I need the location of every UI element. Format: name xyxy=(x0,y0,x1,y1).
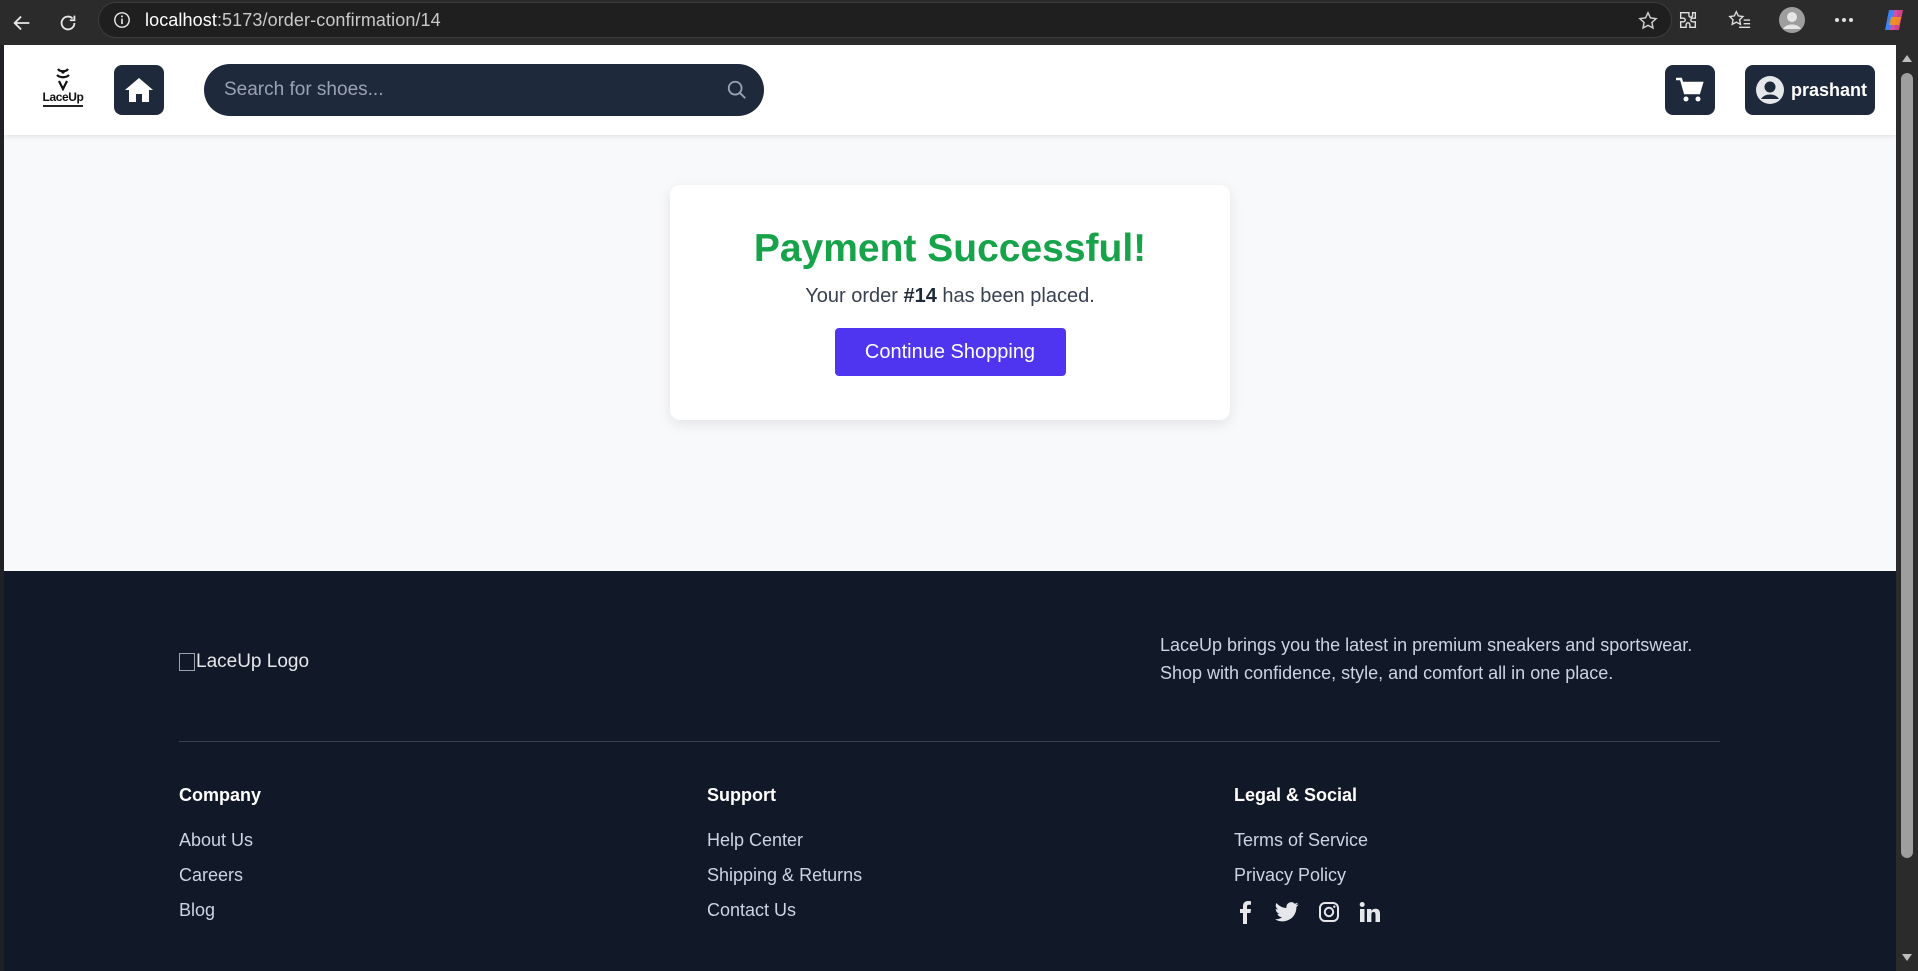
url-text: localhost:5173/order-confirmation/14 xyxy=(145,9,441,30)
shopping-cart-icon xyxy=(1676,77,1704,102)
home-button[interactable] xyxy=(114,65,164,115)
site-header: LaceUp prashant xyxy=(4,45,1896,135)
extensions-button[interactable] xyxy=(1662,0,1714,40)
linkedin-icon[interactable] xyxy=(1359,901,1381,923)
footer-column-support: Support Help Center Shipping & Returns C… xyxy=(707,785,862,935)
user-circle-icon xyxy=(1756,76,1784,104)
footer-link-contact-us[interactable]: Contact Us xyxy=(707,900,862,921)
more-menu-button[interactable] xyxy=(1818,0,1870,40)
address-bar[interactable]: localhost:5173/order-confirmation/14 xyxy=(98,2,1672,38)
footer-link-help-center[interactable]: Help Center xyxy=(707,830,862,851)
order-placed-message: Your order #14 has been placed. xyxy=(805,285,1095,307)
copilot-icon xyxy=(1885,10,1903,30)
footer-column-company: Company About Us Careers Blog xyxy=(179,785,261,935)
reload-icon xyxy=(60,15,76,30)
instagram-icon[interactable] xyxy=(1318,901,1340,923)
browser-toolbar: localhost:5173/order-confirmation/14 xyxy=(0,0,1918,45)
user-menu-button[interactable]: prashant xyxy=(1745,65,1875,115)
page-scrollbar[interactable] xyxy=(1896,45,1918,971)
cart-button[interactable] xyxy=(1665,65,1715,115)
puzzle-icon xyxy=(1679,11,1697,29)
favorites-list-icon xyxy=(1728,10,1751,29)
payment-success-title: Payment Successful! xyxy=(753,227,1147,270)
footer-logo-broken-image[interactable]: LaceUp Logo xyxy=(179,651,309,673)
facebook-icon[interactable] xyxy=(1234,900,1256,924)
profile-avatar-icon xyxy=(1779,7,1805,33)
search-icon[interactable] xyxy=(726,79,748,101)
footer-column-legal-social: Legal & Social Terms of Service Privacy … xyxy=(1234,785,1400,924)
home-icon xyxy=(125,78,153,102)
back-button[interactable] xyxy=(0,3,44,43)
logo-tagline-bar xyxy=(43,105,83,107)
order-number: #14 xyxy=(903,285,937,307)
footer-heading-legal-social: Legal & Social xyxy=(1234,785,1358,805)
footer-divider xyxy=(179,741,1720,742)
favorites-button[interactable] xyxy=(1714,0,1766,40)
favorite-star-icon[interactable] xyxy=(1637,10,1659,32)
profile-button[interactable] xyxy=(1766,0,1818,40)
footer-link-shipping-returns[interactable]: Shipping & Returns xyxy=(707,865,862,886)
social-links xyxy=(1234,900,1400,924)
ellipsis-icon xyxy=(1835,18,1853,22)
continue-shopping-button[interactable]: Continue Shopping xyxy=(834,328,1066,376)
site-footer: LaceUp Logo LaceUp brings you the latest… xyxy=(4,571,1896,971)
site-info-icon[interactable] xyxy=(113,11,131,29)
footer-link-blog[interactable]: Blog xyxy=(179,900,261,921)
broken-image-icon xyxy=(179,653,195,671)
laceup-logo-mark xyxy=(56,68,70,91)
footer-link-about-us[interactable]: About Us xyxy=(179,830,261,851)
scroll-down-arrow-icon[interactable] xyxy=(1902,954,1912,961)
search-bar xyxy=(204,64,764,116)
scrollbar-thumb[interactable] xyxy=(1901,73,1913,858)
footer-link-privacy[interactable]: Privacy Policy xyxy=(1234,865,1400,886)
username-label: prashant xyxy=(1791,79,1868,100)
footer-heading-support: Support xyxy=(707,785,776,805)
page-viewport: LaceUp prashant Payment Successful! Your… xyxy=(4,45,1896,971)
footer-heading-company: Company xyxy=(179,785,262,805)
footer-link-terms[interactable]: Terms of Service xyxy=(1234,830,1400,851)
search-input[interactable] xyxy=(224,79,704,101)
twitter-icon[interactable] xyxy=(1275,901,1299,923)
footer-link-careers[interactable]: Careers xyxy=(179,865,261,886)
order-confirmation-card: Payment Successful! Your order #14 has b… xyxy=(670,185,1230,420)
scroll-up-arrow-icon[interactable] xyxy=(1902,55,1912,62)
site-logo[interactable]: LaceUp xyxy=(34,67,92,113)
copilot-button[interactable] xyxy=(1870,0,1918,40)
reload-button[interactable] xyxy=(46,3,90,43)
back-arrow-icon xyxy=(13,15,30,30)
footer-about-text: LaceUp brings you the latest in premium … xyxy=(1160,635,1693,683)
